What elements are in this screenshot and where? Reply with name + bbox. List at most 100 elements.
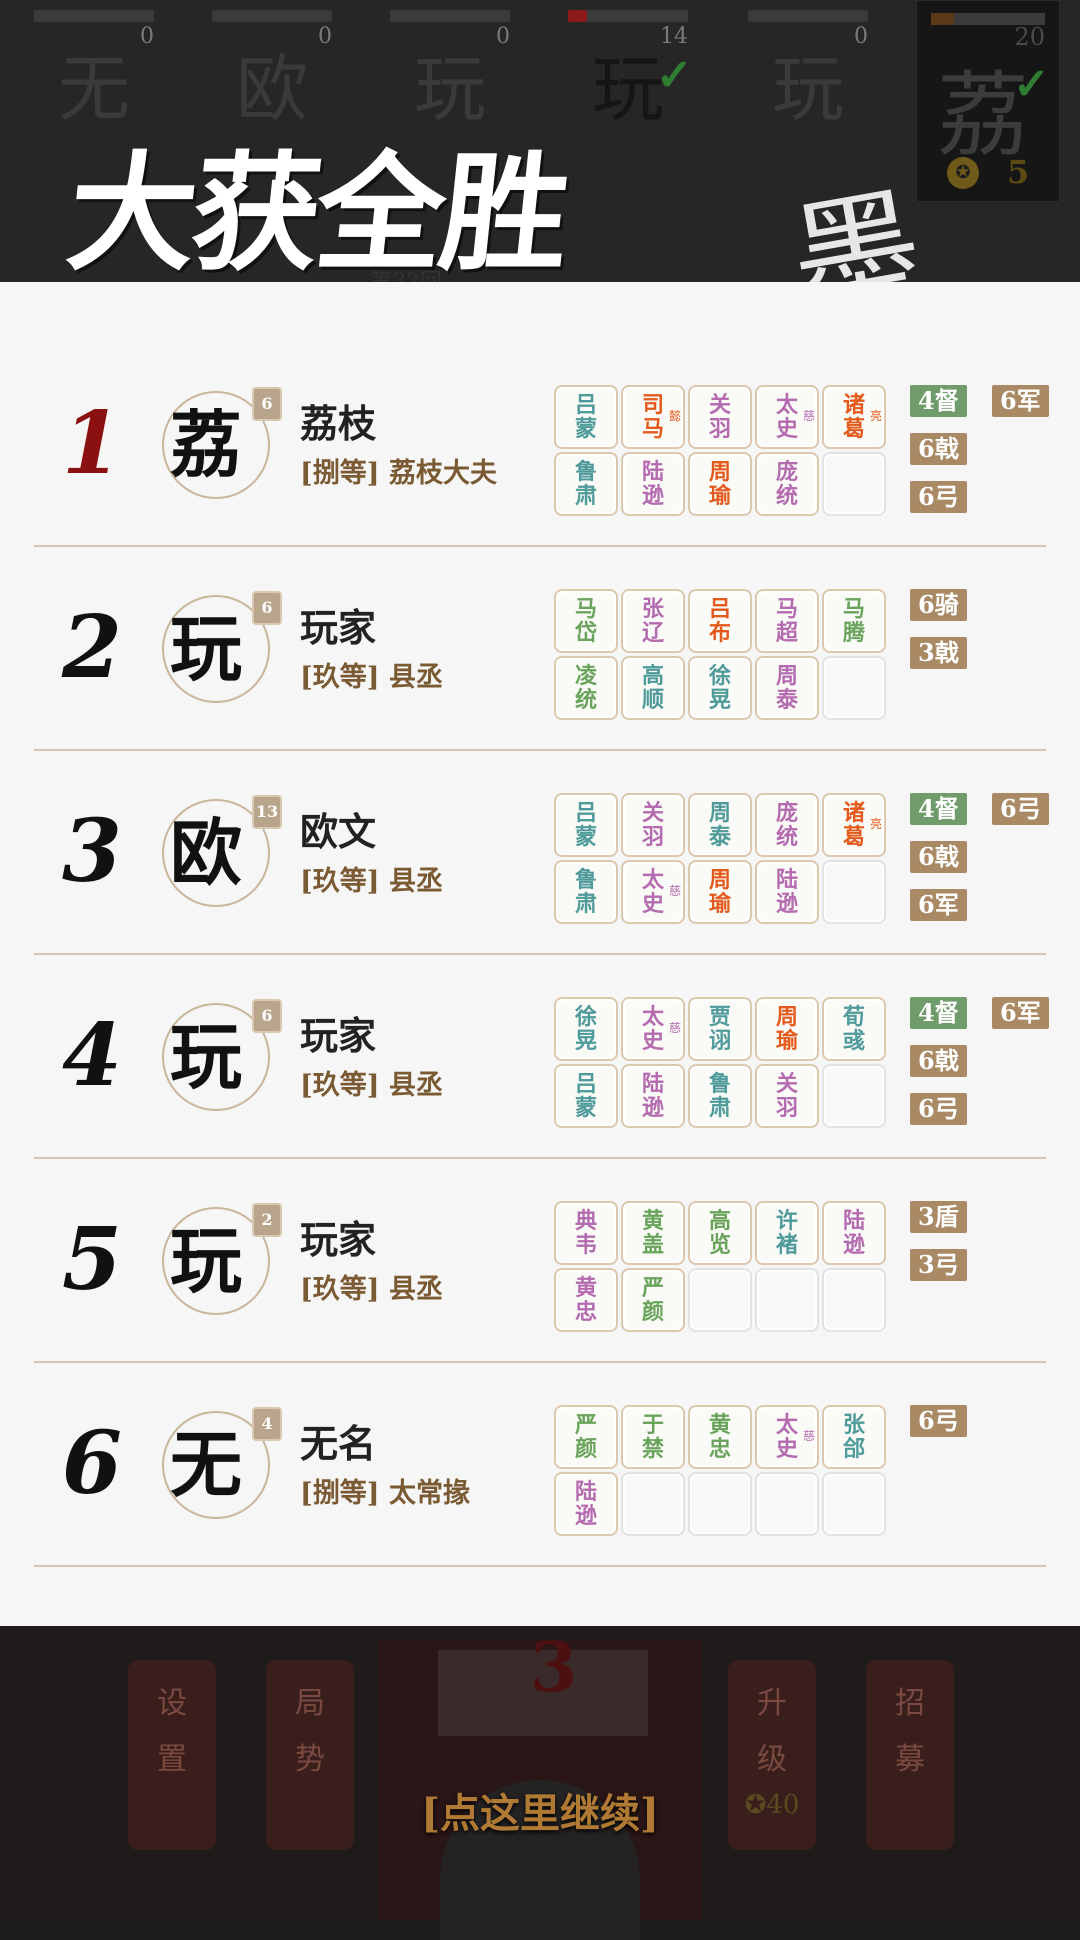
general-card[interactable]: 陆逊 [755,860,819,924]
general-card[interactable]: 马腾 [822,589,886,653]
general-card[interactable]: 高顺 [621,656,685,720]
general-card[interactable]: 太史慈 [755,385,819,449]
general-card[interactable]: 凌统 [554,656,618,720]
rank-number: 3 [62,801,122,902]
card-char-1: 鲁 [708,1071,731,1097]
general-card[interactable]: 吕蒙 [554,793,618,857]
card-char-1: 贾 [708,1004,731,1030]
general-card[interactable]: 黄忠 [554,1268,618,1332]
avatar-glyph: 欧 [170,810,243,895]
general-card[interactable]: 诸葛亮 [822,385,886,449]
empty-card-slot[interactable] [621,1472,685,1536]
card-char-2: 逊 [574,1503,597,1529]
card-char-2: 逊 [775,891,798,917]
empty-card-slot[interactable] [822,1064,886,1128]
general-card[interactable]: 关羽 [755,1064,819,1128]
card-char-2: 肃 [574,891,597,917]
general-card[interactable]: 马岱 [554,589,618,653]
continue-button[interactable]: [点这里继续] [0,1781,1080,1839]
card-char-1: 庞 [775,800,798,826]
card-char-2: 蒙 [574,1095,597,1121]
card-char-2: 岱 [574,620,597,646]
general-card[interactable]: 太史慈 [621,860,685,924]
card-char-2: 蒙 [574,416,597,442]
general-card[interactable]: 太史慈 [755,1405,819,1469]
card-char-2: 顺 [641,687,664,713]
general-card[interactable]: 太史慈 [621,997,685,1061]
player-title: [玖等] 县丞 [300,1274,443,1305]
general-card[interactable]: 黄忠 [688,1405,752,1469]
general-card[interactable]: 于禁 [621,1405,685,1469]
card-char-1: 凌 [574,663,597,689]
synergy-badge: 6弓 [910,1093,967,1125]
general-card[interactable]: 张郃 [822,1405,886,1469]
empty-card-slot[interactable] [688,1268,752,1332]
general-card[interactable]: 贾诩 [688,997,752,1061]
general-card[interactable]: 徐晃 [688,656,752,720]
general-card[interactable]: 庞统 [755,793,819,857]
synergy-badge: 6骑 [910,589,967,621]
general-card[interactable]: 吕蒙 [554,385,618,449]
general-card[interactable]: 黄盖 [621,1201,685,1265]
general-card[interactable]: 吕蒙 [554,1064,618,1128]
ranking-row: 2 玩 6 玩家 [玖等] 县丞马岱张辽吕布马超马腾凌统高顺徐晃周泰 6骑 3戟 [34,547,1046,751]
general-card[interactable]: 严颜 [554,1405,618,1469]
general-card[interactable]: 关羽 [688,385,752,449]
general-card[interactable]: 陆逊 [621,452,685,516]
general-card[interactable]: 张辽 [621,589,685,653]
empty-card-slot[interactable] [822,656,886,720]
general-card[interactable]: 周瑜 [755,997,819,1061]
empty-card-slot[interactable] [822,860,886,924]
general-card[interactable]: 周泰 [688,793,752,857]
general-card[interactable]: 陆逊 [822,1201,886,1265]
slot-glyph: 玩 [771,47,844,131]
progress-fill [931,13,954,25]
card-char-2: 瑜 [708,891,731,917]
general-card[interactable]: 周泰 [755,656,819,720]
slot-score: 0 [140,24,154,49]
general-card[interactable]: 陆逊 [554,1472,618,1536]
situation-label-1: 局 [295,1686,325,1721]
general-card[interactable]: 鲁肃 [554,452,618,516]
general-card[interactable]: 诸葛亮 [822,793,886,857]
empty-card-slot[interactable] [822,1268,886,1332]
general-card[interactable]: 徐晃 [554,997,618,1061]
card-char-2: 布 [708,620,731,646]
card-char-2: 览 [708,1232,731,1258]
card-char-2: 腾 [842,620,865,646]
card-char-2: 禁 [641,1436,664,1462]
empty-card-slot[interactable] [755,1268,819,1332]
progress-fill [568,10,588,22]
general-card[interactable]: 周瑜 [688,452,752,516]
general-card[interactable]: 周瑜 [688,860,752,924]
card-char-2: 肃 [708,1095,731,1121]
upgrade-label-1: 升 [757,1686,787,1721]
rank-number: 4 [62,1005,122,1106]
empty-card-slot[interactable] [822,1472,886,1536]
general-card[interactable]: 马超 [755,589,819,653]
card-char-1: 吕 [708,596,731,622]
general-card[interactable]: 荀彧 [822,997,886,1061]
general-card[interactable]: 鲁肃 [688,1064,752,1128]
synergy-badge: 6军 [992,997,1049,1029]
empty-card-slot[interactable] [688,1472,752,1536]
empty-card-slot[interactable] [755,1472,819,1536]
general-card[interactable]: 许褚 [755,1201,819,1265]
general-card[interactable]: 关羽 [621,793,685,857]
card-char-2: 统 [574,687,597,713]
synergy-badge: 6戟 [910,433,967,465]
general-card[interactable]: 司马懿 [621,385,685,449]
synergy-badge: 3戟 [910,637,967,669]
general-card[interactable]: 陆逊 [621,1064,685,1128]
general-card[interactable]: 严颜 [621,1268,685,1332]
general-card[interactable]: 高览 [688,1201,752,1265]
general-card[interactable]: 吕布 [688,589,752,653]
general-card[interactable]: 鲁肃 [554,860,618,924]
general-card[interactable]: 庞统 [755,452,819,516]
player-name: 欧文 [300,809,377,854]
slot-score: 0 [318,24,332,49]
recruit-label-1: 招 [895,1686,925,1721]
general-card[interactable]: 典韦 [554,1201,618,1265]
empty-card-slot[interactable] [822,452,886,516]
checkmark-icon: ✓ [656,50,693,101]
